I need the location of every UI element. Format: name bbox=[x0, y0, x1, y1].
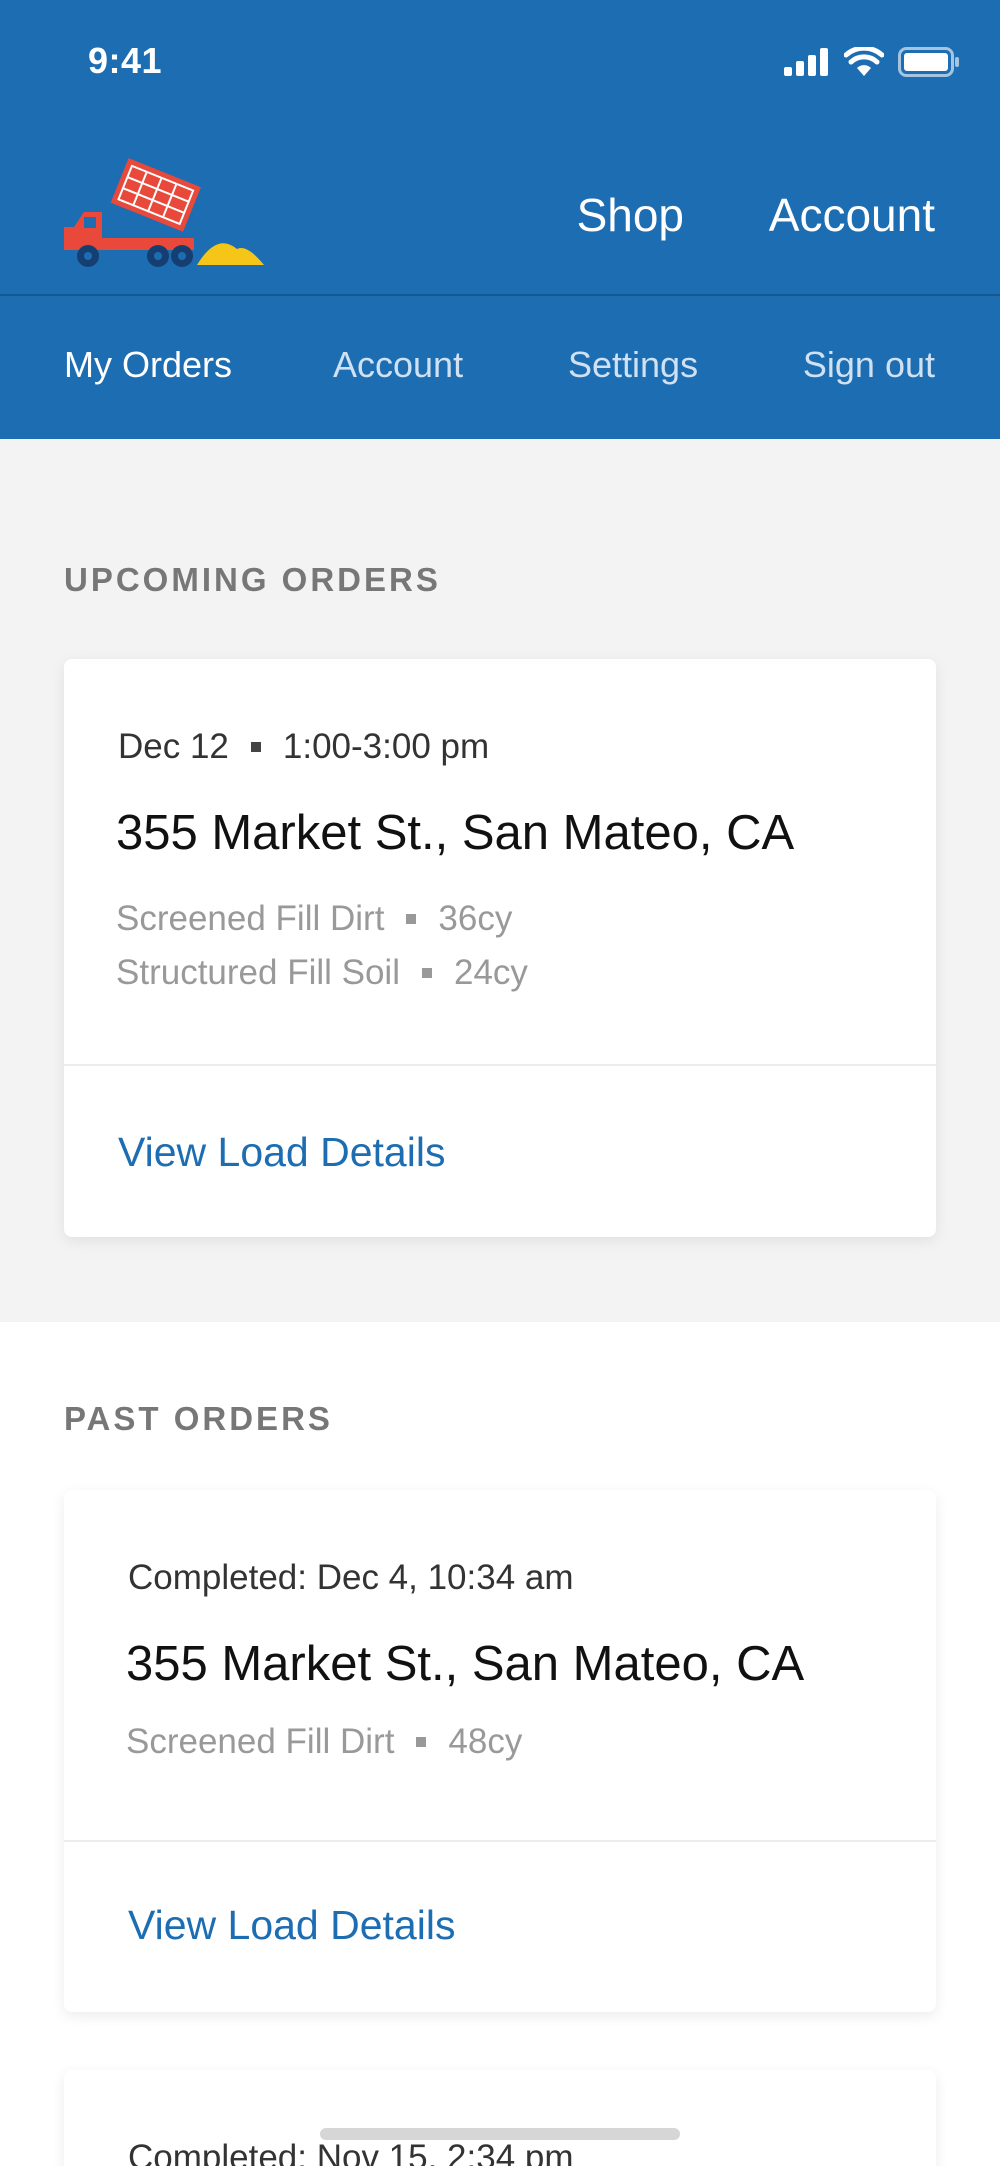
upcoming-order-card: Dec 12 1:00-3:00 pm 355 Market St., San … bbox=[64, 659, 936, 1237]
separator-dot bbox=[406, 914, 417, 924]
item-name: Structured Fill Soil bbox=[116, 953, 400, 992]
sub-nav-settings[interactable]: Settings bbox=[568, 344, 698, 386]
separator-dot bbox=[416, 1737, 427, 1747]
item-quantity: 24cy bbox=[453, 953, 528, 992]
status-icons bbox=[784, 46, 960, 78]
view-load-details-link[interactable]: View Load Details bbox=[128, 1902, 455, 1949]
order-date: Dec 12 bbox=[118, 727, 229, 766]
item-name: Screened Fill Dirt bbox=[116, 899, 385, 938]
item-name: Screened Fill Dirt bbox=[126, 1722, 395, 1761]
past-order-card: Completed: Dec 4, 10:34 am 355 Market St… bbox=[64, 1490, 936, 2012]
separator-dot bbox=[250, 742, 261, 752]
order-completed-time: Completed: Nov 15, 2:34 pm bbox=[128, 2138, 574, 2166]
order-item: Screened Fill Dirt 36cy bbox=[116, 899, 512, 939]
status-bar: 9:41 bbox=[0, 0, 1000, 125]
item-quantity: 48cy bbox=[448, 1722, 523, 1761]
order-schedule: Dec 12 1:00-3:00 pm bbox=[118, 727, 489, 767]
order-item: Screened Fill Dirt 48cy bbox=[126, 1722, 522, 1762]
nav-account-link[interactable]: Account bbox=[769, 188, 935, 242]
past-orders-title: PAST ORDERS bbox=[64, 1400, 333, 1437]
sub-nav-account[interactable]: Account bbox=[333, 344, 463, 386]
past-order-card: Completed: Nov 15, 2:34 pm bbox=[64, 2070, 936, 2166]
separator-dot bbox=[421, 968, 432, 978]
wifi-icon bbox=[844, 47, 884, 76]
order-time-window: 1:00-3:00 pm bbox=[282, 727, 490, 766]
main-nav: Shop Account bbox=[0, 140, 1000, 294]
home-indicator[interactable] bbox=[320, 2128, 680, 2140]
order-item: Structured Fill Soil 24cy bbox=[116, 953, 528, 993]
nav-shop-link[interactable]: Shop bbox=[577, 188, 684, 242]
status-time: 9:41 bbox=[88, 40, 163, 81]
sub-nav: My Orders Account Settings Sign out bbox=[0, 296, 1000, 439]
sub-nav-my-orders[interactable]: My Orders bbox=[64, 344, 232, 386]
dump-truck-logo[interactable] bbox=[62, 152, 267, 267]
order-address: 355 Market St., San Mateo, CA bbox=[126, 1637, 805, 1691]
order-address: 355 Market St., San Mateo, CA bbox=[116, 806, 795, 860]
view-load-details-link[interactable]: View Load Details bbox=[118, 1129, 445, 1176]
battery-icon bbox=[898, 47, 959, 77]
item-quantity: 36cy bbox=[438, 899, 513, 938]
signal-icon bbox=[784, 48, 828, 76]
card-divider bbox=[64, 1840, 936, 1842]
upcoming-orders-title: UPCOMING ORDERS bbox=[64, 561, 441, 598]
sub-nav-sign-out[interactable]: Sign out bbox=[803, 344, 935, 386]
card-divider bbox=[64, 1064, 936, 1066]
order-completed-time: Completed: Dec 4, 10:34 am bbox=[128, 1558, 574, 1597]
